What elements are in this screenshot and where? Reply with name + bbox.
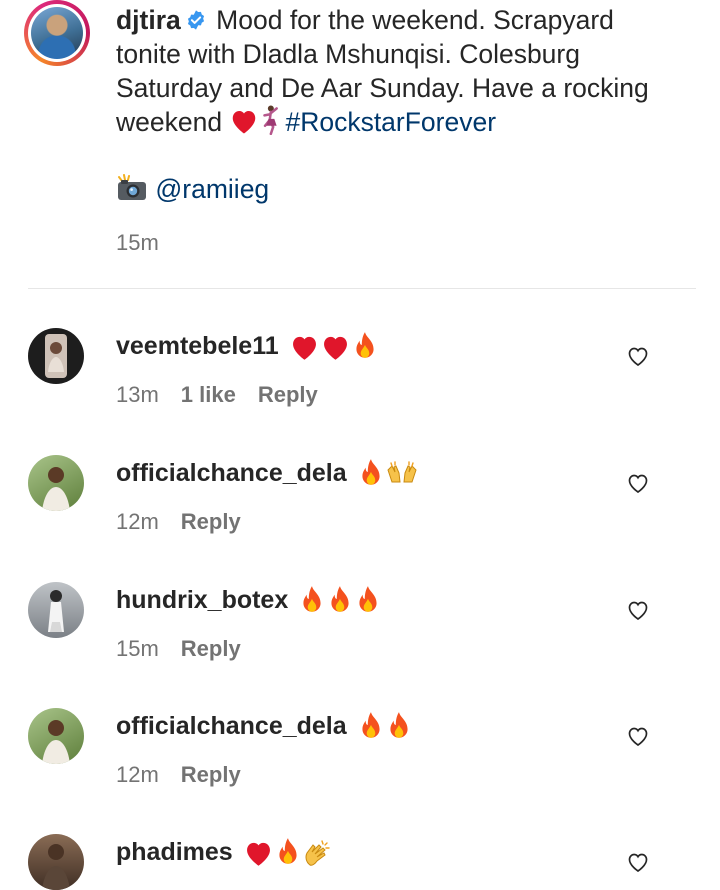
red-heart-icon [246, 842, 270, 866]
comment-timestamp: 15m [116, 636, 159, 661]
comment-username[interactable]: officialchance_dela [116, 459, 347, 488]
comment-emojis [357, 711, 413, 742]
caption-username[interactable]: djtira [116, 5, 181, 35]
comment-meta: 12m Reply [116, 509, 241, 535]
raising-hands-icon [387, 460, 417, 482]
comment-emojis [289, 331, 379, 362]
avatar[interactable] [28, 455, 84, 511]
reply-button[interactable]: Reply [181, 636, 241, 662]
fire-icon [359, 585, 377, 612]
photo-credit: @ramiieg [116, 172, 269, 206]
reply-button[interactable]: Reply [181, 762, 241, 788]
camera-flash-icon [118, 174, 146, 200]
fire-icon [356, 331, 374, 358]
hashtag-link[interactable]: #RockstarForever [285, 107, 496, 137]
comment-item: officialchance_dela 12m Reply [0, 708, 720, 834]
like-heart-icon[interactable] [626, 724, 650, 748]
red-heart-icon [323, 336, 347, 360]
fire-icon [362, 458, 380, 485]
comment-item: officialchance_dela 12m Reply [0, 455, 720, 581]
comment-username[interactable]: phadimes [116, 838, 233, 867]
like-heart-icon[interactable] [626, 344, 650, 368]
comment-timestamp: 12m [116, 509, 159, 534]
avatar[interactable] [28, 708, 84, 764]
divider [28, 288, 696, 289]
avatar[interactable] [28, 582, 84, 638]
clapping-hands-icon [305, 839, 330, 866]
fire-icon [362, 711, 380, 738]
like-heart-icon[interactable] [626, 598, 650, 622]
comment-item: phadimes [0, 834, 720, 890]
like-heart-icon[interactable] [626, 471, 650, 495]
like-heart-icon[interactable] [626, 850, 650, 874]
fire-icon [279, 837, 297, 864]
comment-timestamp: 12m [116, 762, 159, 787]
story-ring-avatar[interactable] [24, 0, 90, 66]
avatar[interactable] [28, 328, 84, 384]
comment-username[interactable]: veemtebele11 [116, 332, 279, 361]
fire-icon [331, 585, 349, 612]
red-heart-icon [292, 336, 316, 360]
verified-badge-icon [187, 10, 204, 30]
comment-emojis [357, 458, 419, 489]
fire-icon [303, 585, 321, 612]
comment-emojis [243, 837, 334, 868]
fire-icon [390, 711, 408, 738]
mention-link[interactable]: @ramiieg [155, 174, 269, 204]
comment-item: hundrix_botex 15m Reply [0, 582, 720, 708]
reply-button[interactable]: Reply [258, 382, 318, 408]
comment-username[interactable]: officialchance_dela [116, 712, 347, 741]
avatar[interactable] [28, 834, 84, 890]
comment-meta: 12m Reply [116, 762, 241, 788]
comment-username[interactable]: hundrix_botex [116, 586, 288, 615]
caption-block: djtira Mood for the weekend. Scrapyard t… [0, 0, 720, 288]
comment-timestamp: 13m [116, 382, 159, 407]
comment-meta: 13m 1 like Reply [116, 382, 318, 408]
caption-text: djtira Mood for the weekend. Scrapyard t… [116, 3, 676, 139]
dancer-icon [263, 105, 279, 135]
caption-timestamp: 15m [116, 230, 159, 255]
avatar [31, 7, 83, 59]
comment-item: veemtebele11 13m 1 like Reply [0, 328, 720, 454]
reply-button[interactable]: Reply [181, 509, 241, 535]
comment-emojis [298, 585, 382, 616]
red-heart-icon [233, 111, 256, 134]
comment-meta: 15m Reply [116, 636, 241, 662]
comment-likes[interactable]: 1 like [181, 382, 236, 408]
